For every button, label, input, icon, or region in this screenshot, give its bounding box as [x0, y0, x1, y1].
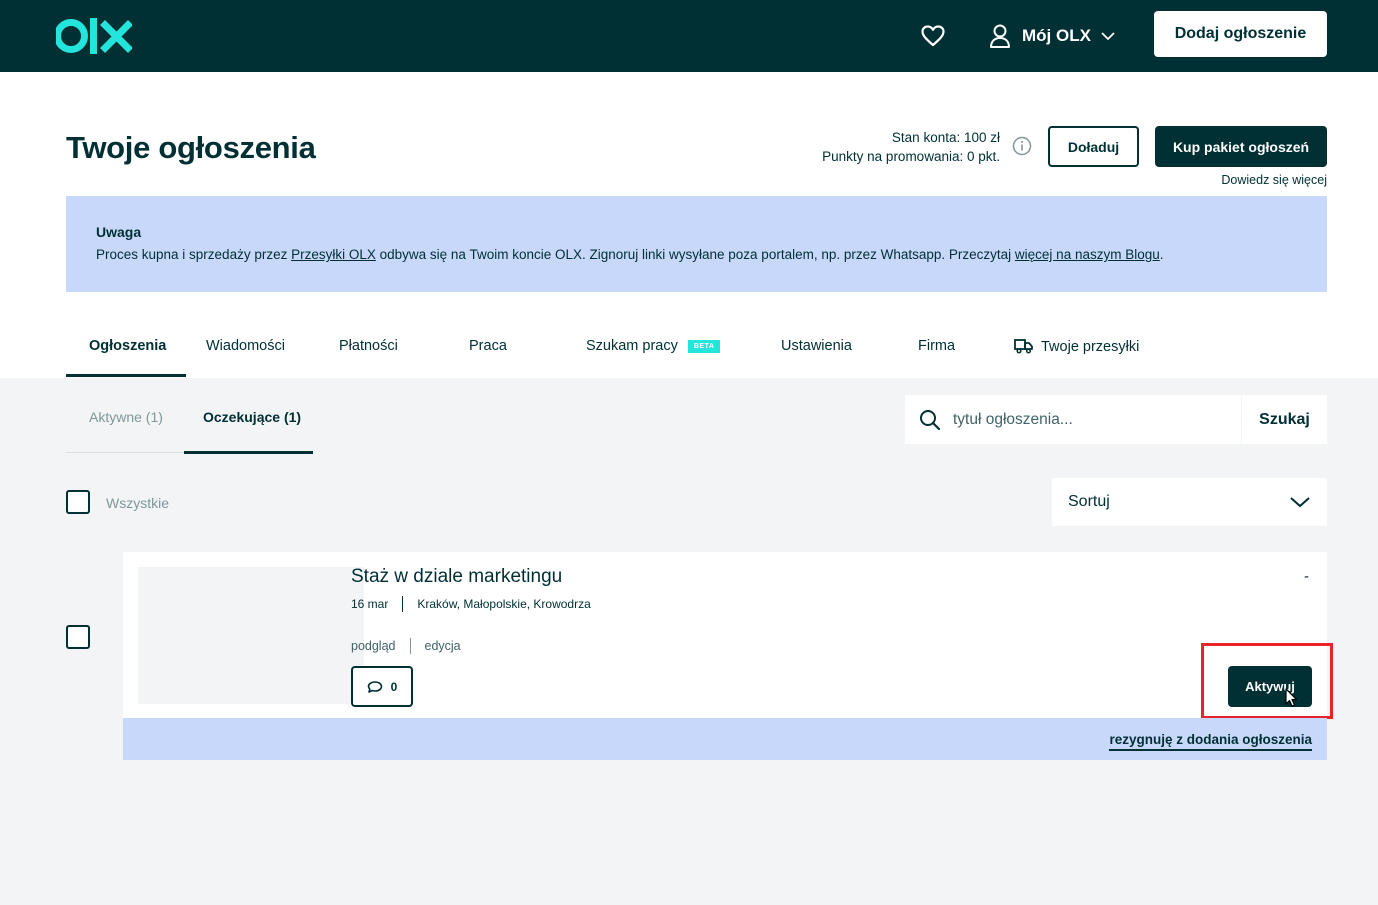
- tab-looking-for-job[interactable]: Szukam pracy BETA: [586, 338, 721, 354]
- notice-text: Proces kupna i sprzedaży przez Przesyłki…: [96, 246, 1297, 264]
- my-olx-label: Mój OLX: [1022, 26, 1091, 45]
- resign-link[interactable]: rezygnuję z dodania ogłoszenia: [1109, 732, 1312, 751]
- notice-text-part: Proces kupna i sprzedaży przez: [96, 247, 292, 262]
- tab-company[interactable]: Firma: [918, 338, 955, 354]
- separator: [402, 596, 404, 612]
- beta-badge: BETA: [687, 339, 721, 353]
- tab-looking-for-job-label: Szukam pracy: [586, 338, 678, 354]
- search-box: [905, 395, 1241, 444]
- subtab-pending[interactable]: Oczekujące (1): [203, 409, 301, 425]
- chevron-down-icon: [1290, 497, 1310, 508]
- sort-label: Sortuj: [1068, 493, 1110, 510]
- buy-package-button[interactable]: Kup pakiet ogłoszeń: [1155, 126, 1327, 167]
- ad-checkbox[interactable]: [66, 625, 90, 649]
- search-icon: [920, 409, 941, 430]
- tab-ads[interactable]: Ogłoszenia: [89, 338, 166, 354]
- select-all-label: Wszystkie: [106, 495, 169, 511]
- subtab-active[interactable]: Aktywne (1): [89, 409, 163, 425]
- olx-logo[interactable]: [56, 16, 132, 56]
- learn-more-link[interactable]: Dowiedz się więcej: [1221, 173, 1327, 187]
- ad-actions: podgląd edycja: [351, 638, 461, 654]
- tab-payments[interactable]: Płatności: [339, 338, 398, 354]
- messages-count: 0: [390, 679, 398, 694]
- delivery-truck-icon: [1014, 339, 1033, 354]
- notice-title: Uwaga: [96, 224, 142, 240]
- ad-date: 16 mar: [351, 597, 389, 611]
- ad-status-dash: -: [1304, 568, 1309, 585]
- active-subtab-indicator: [184, 451, 313, 454]
- favorites-heart-icon[interactable]: [920, 23, 946, 49]
- tab-jobs[interactable]: Praca: [469, 338, 507, 354]
- activate-button[interactable]: Aktywuj: [1228, 666, 1312, 707]
- sort-dropdown[interactable]: Sortuj: [1052, 478, 1327, 526]
- olx-shipping-link[interactable]: Przesyłki OLX: [291, 247, 376, 262]
- user-icon: [990, 24, 1010, 48]
- topup-button[interactable]: Doładuj: [1048, 126, 1139, 167]
- top-navigation-bar: Mój OLX Dodaj ogłoszenie: [0, 0, 1378, 72]
- ad-thumbnail[interactable]: [138, 567, 364, 704]
- edit-link[interactable]: edycja: [425, 639, 461, 653]
- my-olx-menu[interactable]: Mój OLX: [988, 20, 1115, 52]
- select-all-checkbox[interactable]: [66, 490, 90, 514]
- notice-text-part: .: [1159, 247, 1164, 262]
- search-input[interactable]: [953, 410, 1223, 429]
- ad-location: Kraków, Małopolskie, Krowodrza: [417, 597, 591, 611]
- ad-meta: 16 mar Kraków, Małopolskie, Krowodrza: [351, 596, 591, 612]
- page-title: Twoje ogłoszenia: [66, 130, 316, 165]
- balance-amount: Stan konta: 100 zł: [891, 130, 1000, 145]
- tab-shipments-label: Twoje przesyłki: [1041, 339, 1140, 355]
- tab-shipments[interactable]: Twoje przesyłki: [1014, 338, 1139, 355]
- tab-settings[interactable]: Ustawienia: [781, 338, 852, 354]
- add-ad-button[interactable]: Dodaj ogłoszenie: [1154, 11, 1327, 57]
- account-balance: Stan konta: 100 zł Punkty na promowania:…: [822, 128, 1000, 166]
- separator: [409, 638, 411, 654]
- tab-messages[interactable]: Wiadomości: [206, 338, 285, 354]
- info-icon[interactable]: [1012, 136, 1032, 156]
- chevron-down-icon: [1101, 32, 1115, 41]
- preview-link[interactable]: podgląd: [351, 639, 396, 653]
- messages-button[interactable]: 0: [351, 666, 413, 707]
- notice-text-part: odbywa się na Twoim koncie OLX. Zignoruj…: [375, 247, 1015, 262]
- active-tab-indicator: [66, 374, 186, 377]
- promotion-points: Punkty na promowania: 0 pkt.: [822, 149, 1000, 164]
- ad-title[interactable]: Staż w dziale marketingu: [351, 566, 562, 588]
- chat-bubble-icon: [367, 680, 382, 693]
- notice-banner: Uwaga Proces kupna i sprzedaży przez Prz…: [66, 196, 1327, 292]
- search-button[interactable]: Szukaj: [1242, 395, 1327, 444]
- blog-link[interactable]: więcej na naszym Blogu: [1015, 247, 1160, 262]
